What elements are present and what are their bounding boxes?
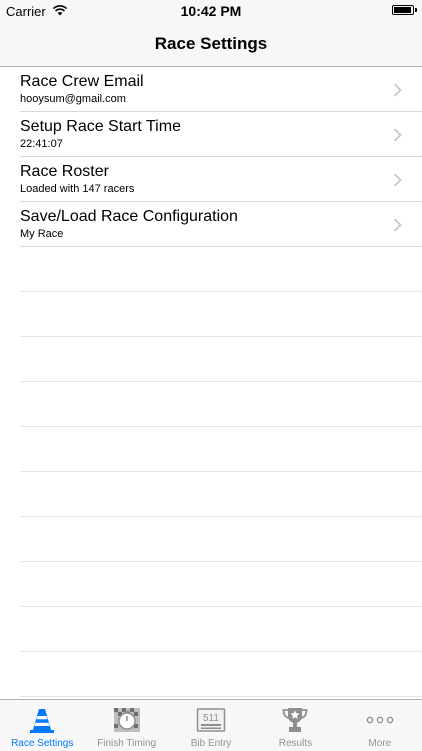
empty-table-row <box>20 562 422 607</box>
empty-table-row <box>20 607 422 652</box>
setting-title: Race Crew Email <box>20 73 144 90</box>
battery-level <box>394 7 411 13</box>
setting-title: Save/Load Race Configuration <box>20 208 238 225</box>
setting-row-race-roster[interactable]: Race Roster Loaded with 147 racers <box>20 157 422 202</box>
empty-table-row <box>20 517 422 562</box>
setting-value: hooysum@gmail.com <box>20 93 126 105</box>
tab-label: Results <box>278 738 313 749</box>
chevron-right-icon <box>393 128 402 142</box>
setting-title: Setup Race Start Time <box>20 118 181 135</box>
tab-bib-entry[interactable]: 511 Bib Entry <box>169 700 253 751</box>
tab-results[interactable]: Results <box>253 700 337 751</box>
tab-label: Race Settings <box>11 738 74 749</box>
bib-number-text: 511 <box>203 713 219 724</box>
chevron-right-icon <box>393 173 402 187</box>
tab-finish-timing[interactable]: Finish Timing <box>84 700 168 751</box>
tab-more[interactable]: More <box>338 700 422 751</box>
tab-race-settings[interactable]: Race Settings <box>0 700 84 751</box>
setting-value: Loaded with 147 racers <box>20 183 135 195</box>
traffic-cone-icon <box>30 709 55 733</box>
navigation-bar: Race Settings <box>0 22 422 67</box>
more-icon <box>366 716 394 724</box>
battery-icon <box>392 5 417 15</box>
empty-table-row <box>20 382 422 427</box>
chevron-right-icon <box>393 218 402 232</box>
stopwatch-icon <box>113 708 140 732</box>
empty-table-row <box>20 337 422 382</box>
page-title: Race Settings <box>154 34 268 53</box>
setting-value: My Race <box>20 228 64 240</box>
status-time: 10:42 PM <box>180 3 242 19</box>
setting-row-race-start-time[interactable]: Setup Race Start Time 22:41:07 <box>20 112 422 157</box>
setting-row-race-crew-email[interactable]: Race Crew Email hooysum@gmail.com <box>20 67 422 112</box>
tab-bar: Race Settings Finish Timing 511 Bib Entr… <box>0 699 422 751</box>
tab-label: Bib Entry <box>190 738 232 749</box>
empty-table-row <box>20 427 422 472</box>
tab-label: Finish Timing <box>97 738 157 749</box>
chevron-right-icon <box>393 83 402 97</box>
empty-table-row <box>20 472 422 517</box>
trophy-icon <box>283 708 308 732</box>
setting-title: Race Roster <box>20 163 109 180</box>
tab-label: More <box>368 738 392 749</box>
setting-value: 22:41:07 <box>20 138 63 150</box>
settings-table: Race Crew Email hooysum@gmail.com Setup … <box>0 67 422 699</box>
setting-row-race-configuration[interactable]: Save/Load Race Configuration My Race <box>20 202 422 247</box>
status-bar: Carrier 10:42 PM <box>0 0 422 22</box>
empty-table-row <box>20 292 422 337</box>
bib-number-icon: 511 <box>196 708 226 732</box>
empty-table-row <box>20 652 422 697</box>
empty-table-row <box>20 247 422 292</box>
